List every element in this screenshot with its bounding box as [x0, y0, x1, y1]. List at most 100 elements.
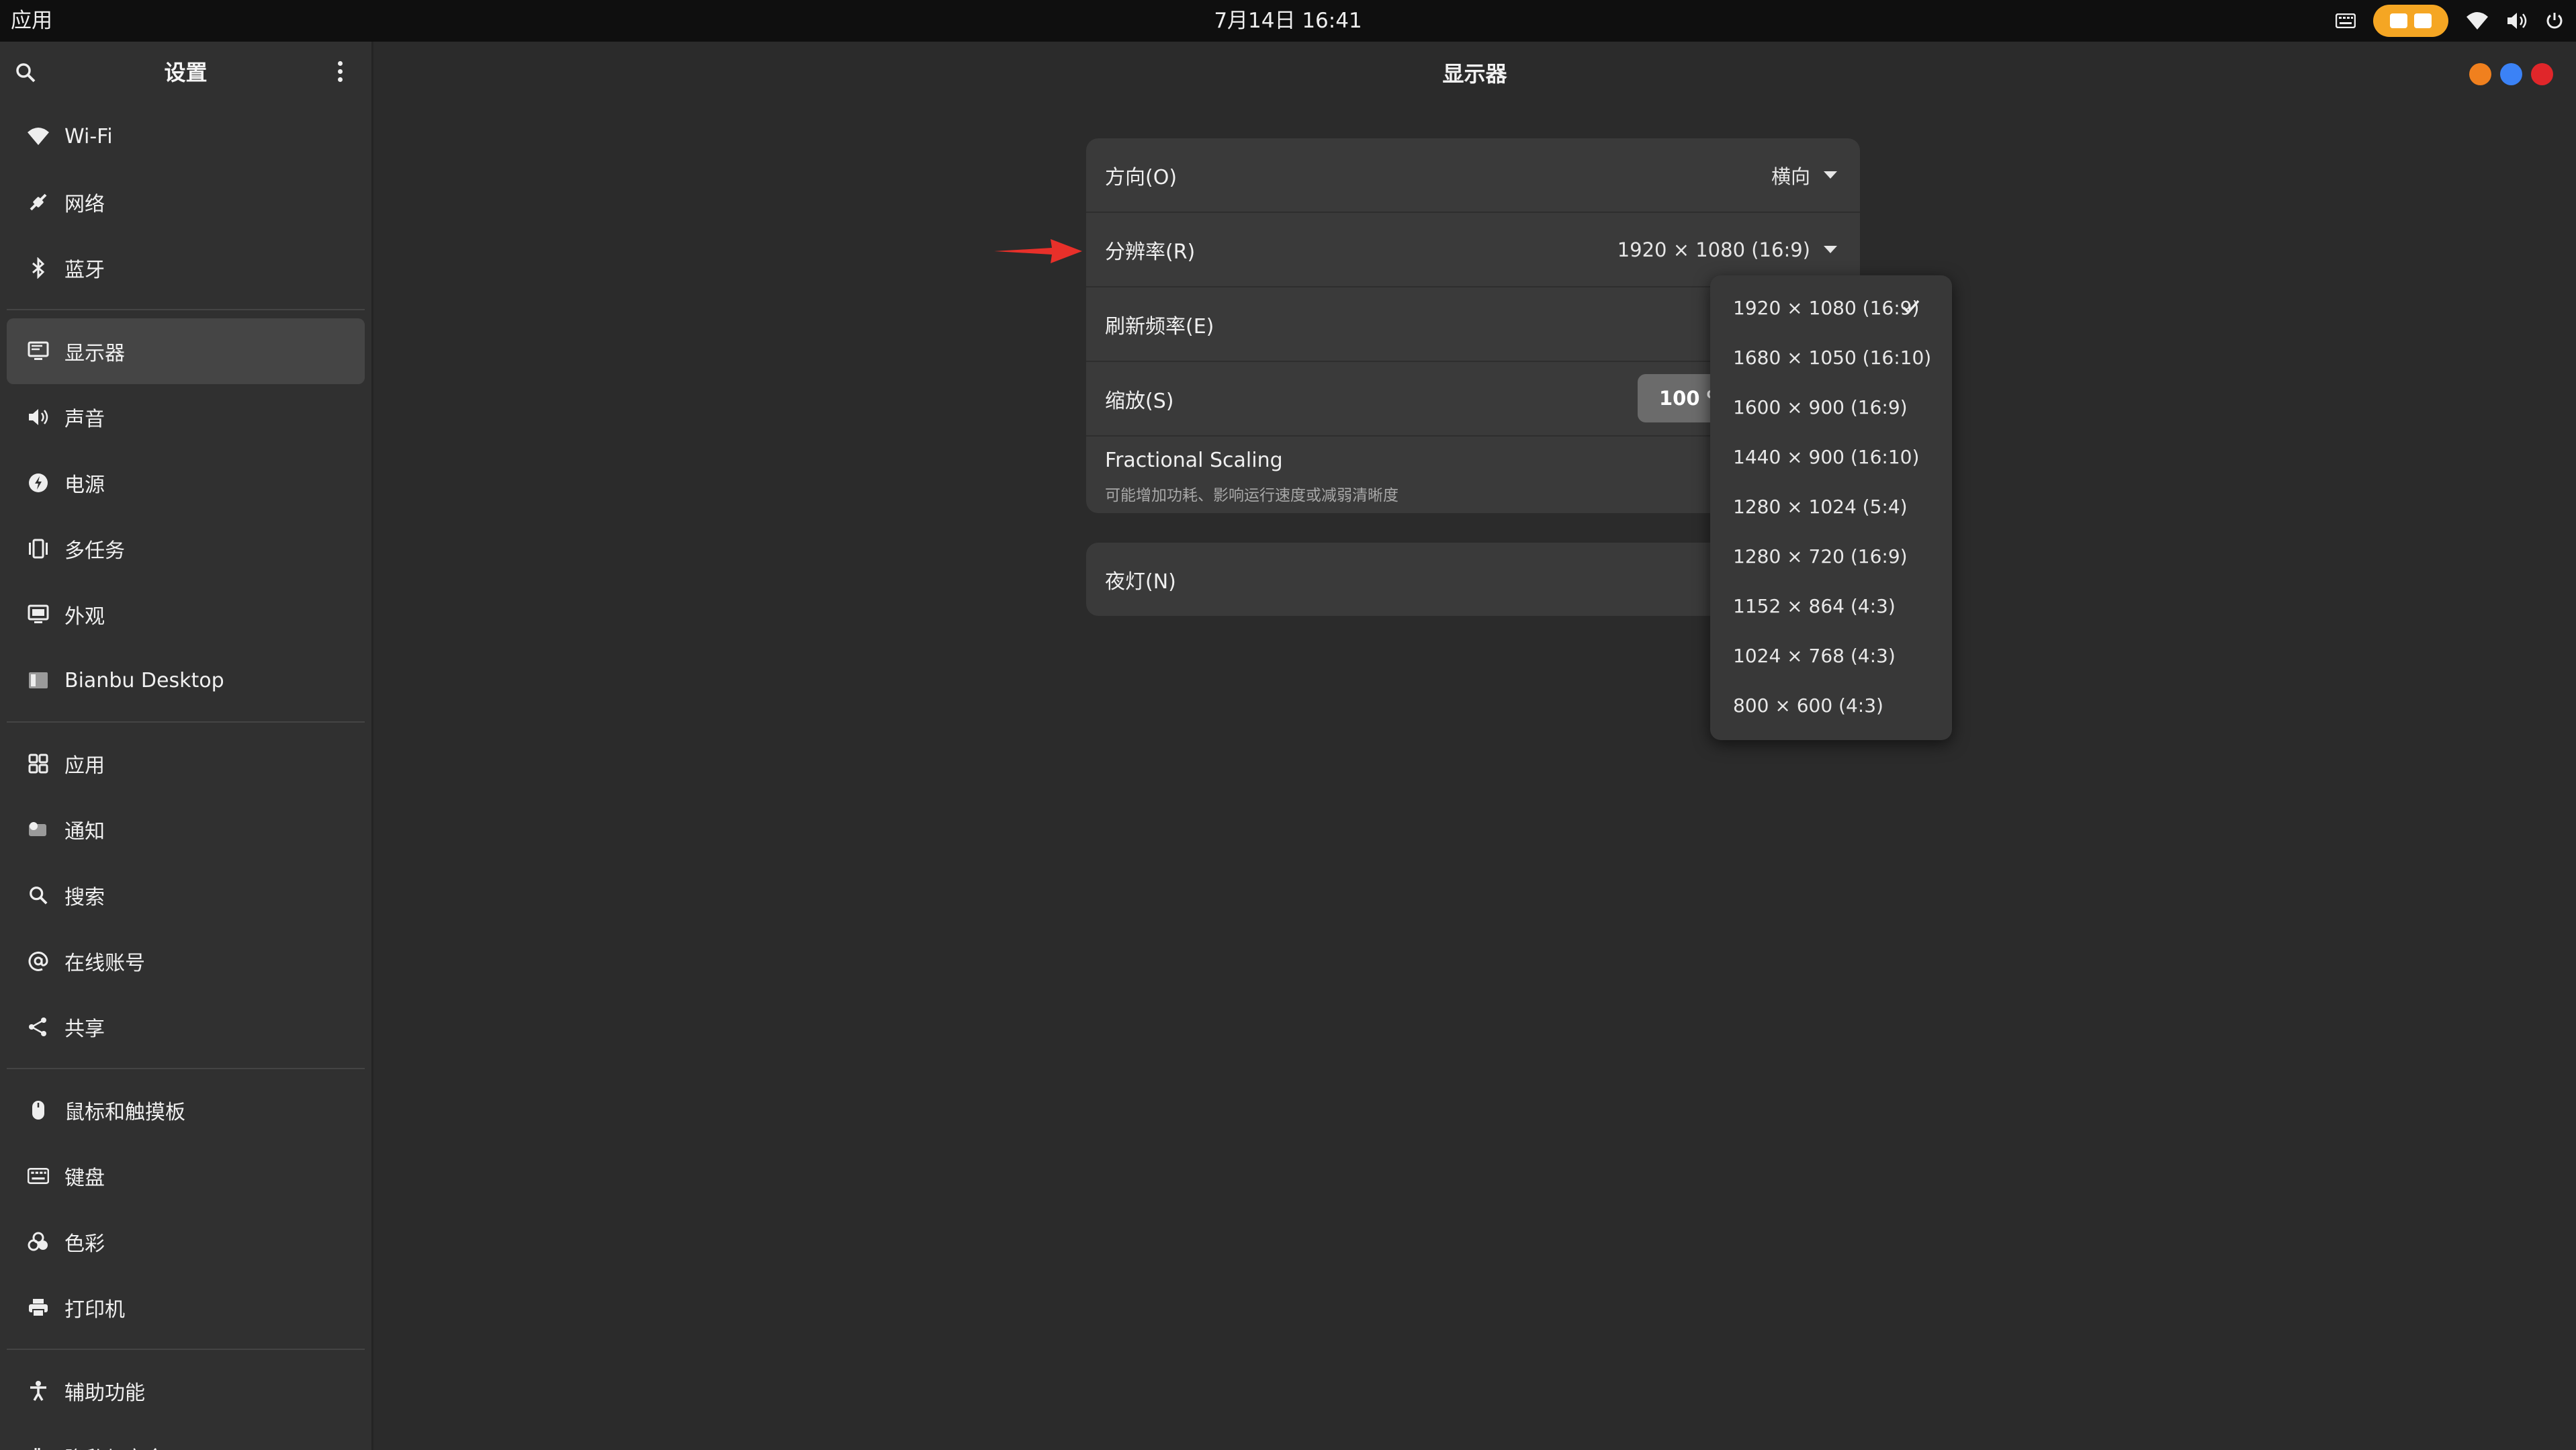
sidebar-item-label: 电源 — [64, 473, 105, 497]
resolution-option-label: 1600 × 900 (16:9) — [1733, 396, 1908, 418]
resolution-dropdown[interactable]: 1920 × 1080 (16:9) — [1617, 238, 1837, 261]
sidebar-item-label: 网络 — [64, 193, 105, 216]
privacy-icon — [23, 1445, 54, 1450]
display-icon — [23, 339, 54, 363]
resolution-option[interactable]: 800 × 600 (4:3) — [1710, 681, 1952, 731]
sidebar-title: 设置 — [164, 60, 208, 85]
sidebar-separator — [7, 309, 365, 310]
sidebar-item-label: 隐私与安全 — [64, 1442, 165, 1450]
resolution-option-label: 1920 × 1080 (16:9) — [1733, 297, 1920, 319]
maximize-button[interactable] — [2500, 63, 2522, 85]
network-icon — [23, 190, 54, 214]
sidebar-item-power[interactable]: 电源 — [7, 450, 365, 516]
sidebar-item-label: 蓝牙 — [64, 259, 105, 282]
annotation-arrow-icon — [994, 239, 1082, 263]
sidebar-item-printers[interactable]: 打印机 — [7, 1275, 365, 1341]
system-tray — [2336, 0, 2564, 42]
appearance-icon — [23, 602, 54, 627]
sidebar-item-label: 搜索 — [64, 886, 105, 909]
wifi-icon[interactable] — [2466, 11, 2489, 30]
keyboard-icon[interactable] — [2336, 13, 2356, 28]
power-icon[interactable] — [2545, 11, 2564, 30]
sidebar-item-label: 声音 — [64, 408, 105, 431]
resolution-option-label: 1280 × 1024 (5:4) — [1733, 496, 1908, 518]
sidebar-separator — [7, 1349, 365, 1350]
bluetooth-icon — [23, 256, 54, 280]
sidebar-item-label: 外观 — [64, 605, 105, 629]
page-title: 显示器 — [1442, 61, 1507, 87]
at-icon — [23, 949, 54, 973]
sidebar-item-label: 多任务 — [64, 539, 125, 563]
fractional-scaling-subtitle: 可能增加功耗、影响运行速度或减弱清晰度 — [1105, 487, 1398, 504]
sidebar-item-label: 显示器 — [64, 342, 125, 365]
sidebar-item-label: 鼠标和触摸板 — [64, 1101, 185, 1124]
settings-sidebar: 设置 Wi-Fi 网络 蓝牙 显示器 声音 电源 多任务 外观 Bianbu D… — [0, 42, 373, 1450]
resolution-option-label: 1280 × 720 (16:9) — [1733, 545, 1908, 568]
chevron-down-icon — [1824, 171, 1837, 179]
resolution-option[interactable]: 1920 × 1080 (16:9) — [1710, 283, 1952, 333]
resolution-option[interactable]: 1680 × 1050 (16:10) — [1710, 333, 1952, 383]
refresh-rate-label: 刷新频率(E) — [1105, 314, 1214, 338]
sidebar-item-mouse-touchpad[interactable]: 鼠标和触摸板 — [7, 1077, 365, 1143]
sidebar-item-label: 打印机 — [64, 1298, 125, 1322]
sidebar-item-appearance[interactable]: 外观 — [7, 582, 365, 647]
resolution-option-label: 1440 × 900 (16:10) — [1733, 446, 1920, 468]
sidebar-item-bluetooth[interactable]: 蓝牙 — [7, 235, 365, 301]
sidebar-item-keyboard[interactable]: 键盘 — [7, 1143, 365, 1209]
multitask-icon — [23, 537, 54, 561]
sidebar-item-label: 键盘 — [64, 1167, 105, 1190]
fractional-scaling-title: Fractional Scaling — [1105, 449, 1283, 472]
keyboard-icon — [23, 1164, 54, 1188]
sidebar-item-sharing[interactable]: 共享 — [7, 994, 365, 1060]
sidebar-item-label: Bianbu Desktop — [64, 668, 224, 692]
sidebar-item-apps[interactable]: 应用 — [7, 731, 365, 797]
resolution-option-label: 1152 × 864 (4:3) — [1733, 595, 1896, 617]
resolution-option-label: 1024 × 768 (4:3) — [1733, 645, 1896, 667]
resolution-option[interactable]: 1280 × 1024 (5:4) — [1710, 482, 1952, 532]
resolution-option-label: 1680 × 1050 (16:10) — [1733, 347, 1932, 369]
minimize-button[interactable] — [2469, 63, 2491, 85]
checkmark-icon — [1902, 300, 1920, 314]
sidebar-item-label: 色彩 — [64, 1232, 105, 1256]
resolution-value: 1920 × 1080 (16:9) — [1617, 238, 1810, 261]
wifi-icon — [23, 124, 54, 148]
color-icon — [23, 1230, 54, 1254]
resolution-option[interactable]: 1440 × 900 (16:10) — [1710, 433, 1952, 482]
sidebar-item-label: 通知 — [64, 820, 105, 844]
resolution-option[interactable]: 1280 × 720 (16:9) — [1710, 532, 1952, 582]
sidebar-item-label: 应用 — [64, 754, 105, 778]
sidebar-item-bianbu-desktop[interactable]: Bianbu Desktop — [7, 647, 365, 713]
sidebar-item-sound[interactable]: 声音 — [7, 384, 365, 450]
sidebar-item-online-accounts[interactable]: 在线账号 — [7, 928, 365, 994]
sidebar-item-notifications[interactable]: 通知 — [7, 797, 365, 862]
speaker-icon — [23, 405, 54, 429]
scale-label: 缩放(S) — [1105, 389, 1174, 413]
sidebar-item-accessibility[interactable]: 辅助功能 — [7, 1358, 365, 1424]
menu-kebab-icon[interactable] — [333, 59, 347, 86]
screen-share-indicator[interactable] — [2373, 5, 2448, 37]
resolution-option[interactable]: 1024 × 768 (4:3) — [1710, 631, 1952, 681]
power-icon — [23, 471, 54, 495]
orientation-label: 方向(O) — [1105, 165, 1178, 189]
sidebar-item-network[interactable]: 网络 — [7, 169, 365, 235]
top-bar: 应用 7月14日 16:41 — [0, 0, 2576, 42]
sidebar-item-wifi[interactable]: Wi-Fi — [7, 103, 365, 169]
sidebar-header: 设置 — [0, 42, 371, 103]
apps-grid-icon — [23, 752, 54, 776]
close-button[interactable] — [2531, 63, 2553, 85]
sidebar-item-multitasking[interactable]: 多任务 — [7, 516, 365, 582]
resolution-option[interactable]: 1152 × 864 (4:3) — [1710, 582, 1952, 631]
search-icon — [23, 883, 54, 907]
activities-apps-button[interactable]: 应用 — [11, 0, 52, 42]
sidebar-item-privacy[interactable]: 隐私与安全 — [7, 1424, 365, 1450]
volume-icon[interactable] — [2506, 11, 2528, 30]
sidebar-item-color[interactable]: 色彩 — [7, 1209, 365, 1275]
mouse-icon — [23, 1098, 54, 1122]
resolution-option[interactable]: 1600 × 900 (16:9) — [1710, 383, 1952, 433]
sidebar-item-label: 共享 — [64, 1017, 105, 1041]
sidebar-item-display[interactable]: 显示器 — [7, 318, 365, 384]
sidebar-item-search[interactable]: 搜索 — [7, 862, 365, 928]
clock-datetime[interactable]: 7月14日 16:41 — [1142, 0, 1434, 42]
orientation-row[interactable]: 方向(O) 横向 — [1086, 138, 1860, 213]
orientation-dropdown[interactable]: 横向 — [1771, 161, 1837, 189]
